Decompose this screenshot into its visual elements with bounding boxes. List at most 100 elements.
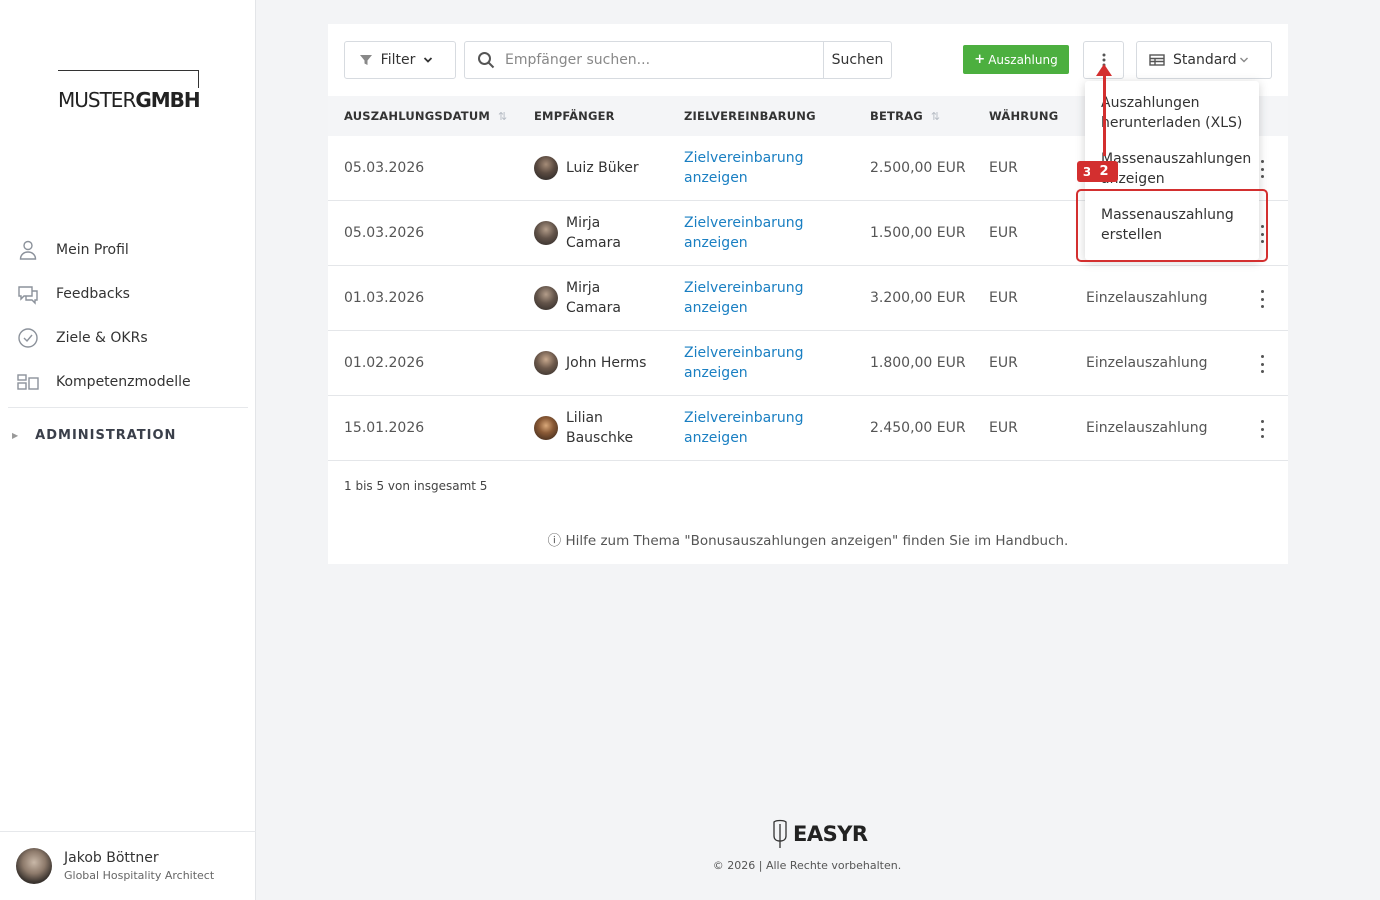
column-header-label: WÄHRUNG — [989, 109, 1059, 123]
annotation-arrow-head — [1096, 64, 1112, 76]
menu-item-show-mass-payouts[interactable]: Massenauszahlungen anzeigen — [1101, 149, 1259, 189]
sidebar: MUSTERGMBH Mein Profil Feedbacks Ziele &… — [0, 0, 256, 900]
recipient: Mirja Camara — [534, 278, 646, 318]
payout-type: Einzelauszahlung — [1086, 355, 1208, 371]
recipient: Mirja Camara — [534, 213, 646, 253]
search-button[interactable]: Suchen — [823, 42, 891, 78]
company-logo[interactable]: MUSTERGMBH — [58, 70, 204, 112]
grid-icon — [17, 374, 39, 390]
payout-currency: EUR — [989, 160, 1018, 176]
column-header-label: ZIELVEREINBARUNG — [684, 109, 816, 123]
row-actions-icon[interactable] — [1256, 290, 1268, 308]
view-select[interactable]: Standard — [1136, 41, 1272, 79]
column-header-currency: WÄHRUNG — [989, 109, 1058, 123]
help-text-label: Hilfe zum Thema "Bonusauszahlungen anzei… — [565, 533, 1069, 549]
payout-amount: 2.500,00 EUR — [870, 160, 966, 176]
payout-date: 05.03.2026 — [344, 160, 425, 176]
payout-currency: EUR — [989, 420, 1018, 436]
filter-button[interactable]: Filter — [344, 41, 456, 79]
easyr-logo-icon — [773, 819, 787, 848]
payout-currency: EUR — [989, 225, 1018, 241]
avatar — [534, 416, 558, 440]
footer-copyright-text: © 2026 | Alle Rechte vorbehalten. — [712, 859, 902, 872]
sidebar-item-administration[interactable]: ▶ ADMINISTRATION — [12, 428, 176, 443]
chevron-down-icon — [1240, 57, 1248, 63]
footer-brand-logo: EASYR — [770, 818, 868, 850]
payout-date: 15.01.2026 — [344, 420, 425, 436]
sort-icon: ⇅ — [930, 109, 941, 123]
help-text[interactable]: ⓘ Hilfe zum Thema "Bonusauszahlungen anz… — [328, 529, 1288, 549]
payout-amount: 1.500,00 EUR — [870, 225, 966, 241]
target-agreement-link[interactable]: Zielvereinbarung anzeigen — [684, 213, 814, 253]
logo-text-thin: MUSTER — [58, 88, 136, 112]
caret-right-icon: ▶ — [12, 431, 20, 440]
sidebar-item-ziele-okrs[interactable]: Ziele & OKRs — [16, 326, 148, 350]
annotation-step-badge: 2 — [1090, 161, 1118, 182]
payout-amount: 2.450,00 EUR — [870, 420, 966, 436]
sidebar-item-kompetenzmodelle[interactable]: Kompetenzmodelle — [16, 370, 191, 394]
add-payout-button[interactable]: + Auszahlung — [963, 45, 1069, 74]
sidebar-item-label: Feedbacks — [56, 286, 130, 302]
column-header-recipient: EMPFÄNGER — [534, 109, 615, 123]
target-agreement-link[interactable]: Zielvereinbarung anzeigen — [684, 343, 814, 383]
question-circle-icon: ⓘ — [547, 533, 562, 549]
sidebar-admin-label: ADMINISTRATION — [35, 428, 177, 443]
recipient-name: Lilian Bauschke — [566, 410, 634, 446]
sidebar-item-label: Mein Profil — [56, 242, 129, 258]
table-row: 15.01.2026 Lilian Bauschke Zielvereinbar… — [328, 396, 1288, 461]
footer-copyright: © 2026 | Alle Rechte vorbehalten. — [0, 859, 1380, 872]
plus-icon: + — [974, 52, 986, 67]
target-agreement-link[interactable]: Zielvereinbarung anzeigen — [684, 278, 814, 318]
sidebar-item-label: Kompetenzmodelle — [56, 374, 191, 390]
payout-date: 01.03.2026 — [344, 290, 425, 306]
annotation-arrow — [1103, 68, 1106, 156]
sidebar-item-mein-profil[interactable]: Mein Profil — [16, 238, 129, 262]
recipient-name: Mirja Camara — [566, 215, 621, 251]
payout-amount: 1.800,00 EUR — [870, 355, 966, 371]
row-actions-icon[interactable] — [1256, 420, 1268, 438]
recipient: John Herms — [534, 343, 656, 383]
menu-item-download-xls[interactable]: Auszahlungen herunterladen (XLS) — [1101, 93, 1253, 133]
funnel-icon — [359, 55, 372, 65]
payout-type: Einzelauszahlung — [1086, 420, 1208, 436]
chevron-down-icon — [424, 57, 433, 63]
avatar — [534, 286, 558, 310]
column-header-amount[interactable]: BETRAG ⇅ — [870, 109, 940, 123]
sidebar-item-label: Ziele & OKRs — [56, 330, 148, 346]
chat-icon — [18, 286, 38, 305]
payout-currency: EUR — [989, 290, 1018, 306]
target-agreement-link[interactable]: Zielvereinbarung anzeigen — [684, 148, 814, 188]
avatar — [534, 156, 558, 180]
search-icon — [478, 52, 495, 69]
search-input[interactable] — [505, 52, 805, 68]
recipient-name: Luiz Büker — [566, 160, 639, 176]
avatar — [534, 221, 558, 245]
view-select-label: Standard — [1173, 52, 1237, 68]
logo-text-bold: GMBH — [135, 88, 200, 112]
annotation-highlight-box — [1076, 189, 1268, 262]
filter-label: Filter — [380, 52, 416, 68]
pagination-summary: 1 bis 5 von insgesamt 5 — [344, 479, 488, 493]
payout-amount: 3.200,00 EUR — [870, 290, 966, 306]
sidebar-item-feedbacks[interactable]: Feedbacks — [16, 282, 130, 306]
sort-icon: ⇅ — [498, 109, 508, 123]
table-row: 01.02.2026 John Herms Zielvereinbarung a… — [328, 331, 1288, 396]
column-header-date[interactable]: AUSZAHLUNGSDATUM ⇅ — [344, 109, 507, 123]
sidebar-divider — [8, 407, 248, 408]
target-agreement-link[interactable]: Zielvereinbarung anzeigen — [684, 408, 814, 448]
column-header-label: AUSZAHLUNGSDATUM — [344, 109, 491, 123]
table-icon — [1149, 54, 1165, 66]
payout-type: Einzelauszahlung — [1086, 290, 1208, 306]
check-circle-icon — [18, 328, 38, 348]
table-row: 01.03.2026 Mirja Camara Zielvereinbarung… — [328, 266, 1288, 331]
payout-date: 01.02.2026 — [344, 355, 425, 371]
payout-date: 05.03.2026 — [344, 225, 425, 241]
footer-brand-text: EASYR — [793, 822, 868, 846]
column-header-target: ZIELVEREINBARUNG — [684, 109, 816, 123]
add-payout-label: Auszahlung — [988, 52, 1058, 67]
search-box: Suchen — [464, 41, 892, 79]
recipient: Luiz Büker — [534, 148, 646, 188]
row-actions-icon[interactable] — [1256, 355, 1268, 373]
avatar — [534, 351, 558, 375]
logo-text: MUSTERGMBH — [58, 88, 204, 112]
